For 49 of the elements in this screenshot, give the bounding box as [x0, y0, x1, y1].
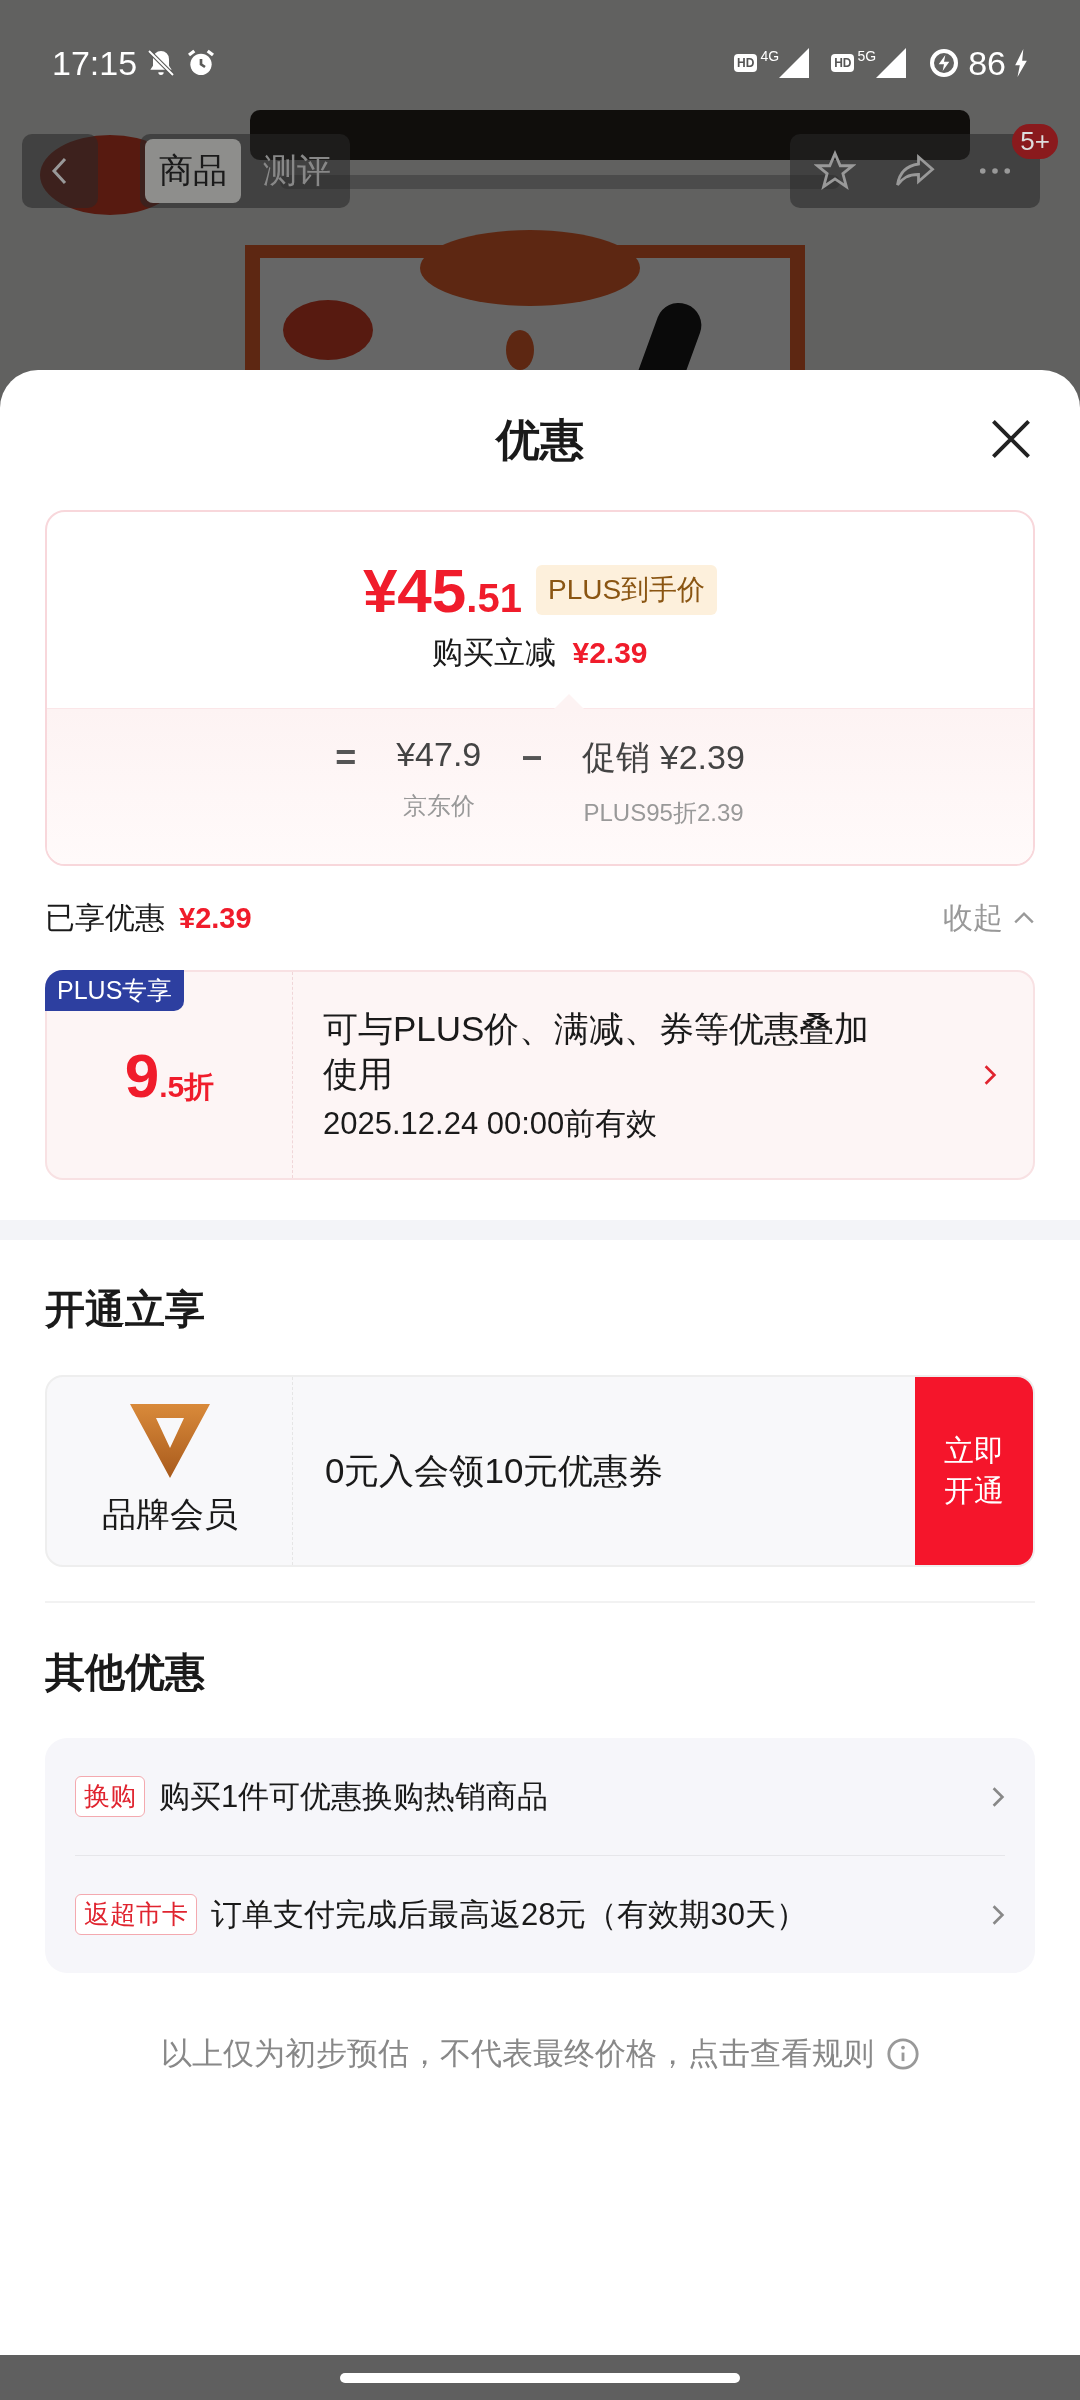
final-price: ¥45.51	[362, 554, 522, 626]
term-caption: 京东价	[402, 791, 475, 821]
offer-tag: 换购	[75, 1776, 145, 1817]
membership-offer: 0元入会领10元优惠券	[324, 1449, 665, 1492]
coupon-tag: PLUS专享	[45, 970, 185, 1011]
cellular-signal: HD 5G	[831, 48, 907, 78]
close-icon[interactable]	[989, 417, 1033, 461]
discount-value: 9.5折	[124, 1039, 215, 1111]
join-button[interactable]: 立即开通	[915, 1377, 1033, 1565]
status-time: 17:15	[52, 43, 138, 83]
cellular-signal: HD 4G	[734, 48, 810, 78]
offer-tag: 返超市卡	[75, 1894, 197, 1935]
saving-amount: ¥2.39	[572, 635, 648, 670]
operator: −	[521, 737, 543, 779]
pointer-notch	[554, 694, 584, 709]
chevron-right-icon	[983, 1064, 997, 1086]
price-term: ¥47.9	[396, 735, 482, 774]
coupon-description: 可与PLUS价、满减、券等优惠叠加使用	[323, 1007, 871, 1095]
home-indicator[interactable]	[340, 2372, 740, 2383]
chevron-right-icon	[991, 1903, 1005, 1926]
sheet-title: 优惠	[496, 413, 584, 466]
disclaimer-link[interactable]: 以上仅为初步预估，不代表最终价格，点击查看规则	[160, 2033, 874, 2075]
chevron-up-icon	[1013, 911, 1035, 925]
enjoyed-label: 已享优惠	[45, 899, 165, 936]
star-icon[interactable]	[814, 150, 856, 192]
offer-item[interactable]: 返超市卡 订单支付完成后最高返28元（有效期30天）	[75, 1855, 1005, 1973]
tab[interactable]: 测评	[249, 139, 345, 203]
offer-text: 购买1件可优惠换购热销商品	[159, 1777, 549, 1816]
info-icon[interactable]	[885, 2037, 920, 2071]
enjoyed-amount: ¥2.39	[179, 901, 252, 935]
offer-item[interactable]: 换购 购买1件可优惠换购热销商品	[75, 1738, 1005, 1855]
collapse-button[interactable]: 收起	[943, 897, 1035, 939]
battery-saver-icon	[928, 47, 961, 79]
coupon-validity: 2025.12.24 00:00前有效	[323, 1104, 659, 1143]
section-heading: 其他优惠	[45, 1649, 206, 1696]
charging-icon	[1014, 49, 1028, 77]
coupon-card[interactable]: PLUS专享 9.5折 可与PLUS价、满减、券等优惠叠加使用 2025.12.24 00:00前有效	[45, 970, 1035, 1180]
section-heading: 开通立享	[45, 1286, 206, 1333]
chevron-right-icon	[991, 1785, 1005, 1808]
term-caption: PLUS95折2.39	[583, 798, 744, 828]
offer-text: 订单支付完成后最高返28元（有效期30天）	[211, 1895, 807, 1934]
membership-name: 品牌会员	[101, 1494, 238, 1535]
price-tag: PLUS到手价	[535, 565, 718, 615]
tab[interactable]: 商品	[145, 139, 241, 203]
price-term: 促销 ¥2.39	[582, 737, 745, 778]
battery-level: 86	[968, 43, 1006, 83]
operator: =	[335, 737, 357, 779]
v-logo-icon	[129, 1404, 210, 1478]
saving-label: 购买立减	[432, 633, 557, 672]
